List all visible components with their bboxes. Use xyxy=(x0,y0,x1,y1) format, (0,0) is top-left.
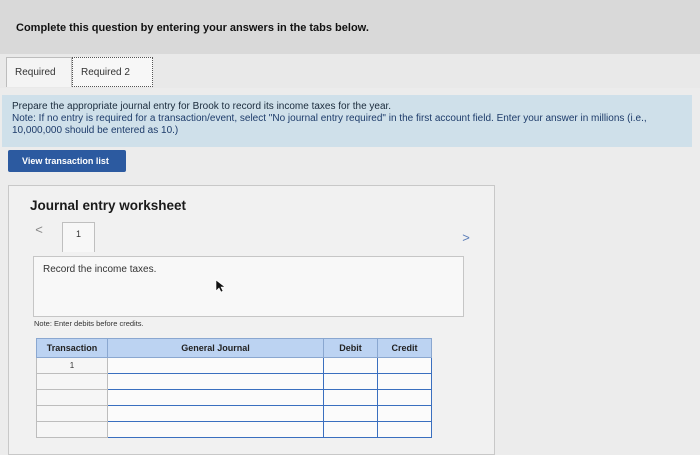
credit-input[interactable] xyxy=(377,389,432,406)
header-transaction: Transaction xyxy=(36,338,108,358)
instruction-note: Note: If no entry is required for a tran… xyxy=(12,113,647,136)
transaction-cell: 1 xyxy=(36,357,108,374)
instruction-text: Prepare the appropriate journal entry fo… xyxy=(12,101,392,112)
debit-input[interactable] xyxy=(323,357,378,374)
transaction-cell xyxy=(36,389,108,406)
credit-input[interactable] xyxy=(377,405,432,422)
question-header: Complete this question by entering your … xyxy=(0,0,700,54)
table-row xyxy=(36,405,432,422)
debit-input[interactable] xyxy=(323,421,378,438)
account-input[interactable] xyxy=(107,421,324,438)
account-input[interactable] xyxy=(107,389,324,406)
transaction-cell xyxy=(36,405,108,422)
debit-input[interactable] xyxy=(323,389,378,406)
credit-input[interactable] xyxy=(377,357,432,374)
tab-required-2[interactable]: Required 2 xyxy=(72,57,153,87)
transaction-cell xyxy=(36,421,108,438)
instruction-panel: Prepare the appropriate journal entry fo… xyxy=(2,95,692,147)
question-instruction-title: Complete this question by entering your … xyxy=(16,22,369,34)
mouse-pointer-icon xyxy=(215,279,226,293)
chevron-left-icon[interactable]: < xyxy=(32,223,46,238)
transaction-cell xyxy=(36,373,108,390)
table-row xyxy=(36,389,432,406)
journal-table: Transaction General Journal Debit Credit… xyxy=(36,338,432,438)
debits-before-credits-note: Note: Enter debits before credits. xyxy=(34,319,144,328)
table-row xyxy=(36,421,432,438)
header-general-journal: General Journal xyxy=(107,338,324,358)
worksheet-title: Journal entry worksheet xyxy=(30,198,187,213)
credit-input[interactable] xyxy=(377,421,432,438)
account-input[interactable] xyxy=(107,357,324,374)
credit-input[interactable] xyxy=(377,373,432,390)
entry-tab-1[interactable]: 1 xyxy=(62,222,95,252)
table-header-row: Transaction General Journal Debit Credit xyxy=(36,338,432,358)
header-credit: Credit xyxy=(377,338,432,358)
debit-input[interactable] xyxy=(323,405,378,422)
header-debit: Debit xyxy=(323,338,378,358)
record-description-text: Record the income taxes. xyxy=(43,264,157,275)
debit-input[interactable] xyxy=(323,373,378,390)
account-input[interactable] xyxy=(107,373,324,390)
journal-entry-worksheet: Journal entry worksheet < 1 > Record the… xyxy=(8,185,495,455)
account-input[interactable] xyxy=(107,405,324,422)
chevron-right-icon[interactable]: > xyxy=(459,231,473,246)
view-transaction-list-button[interactable]: View transaction list xyxy=(8,150,126,172)
record-description-box: Record the income taxes. xyxy=(33,256,464,317)
table-row xyxy=(36,373,432,390)
tab-required-1[interactable]: Required 1 xyxy=(6,57,72,108)
table-row: 1 xyxy=(36,357,432,374)
